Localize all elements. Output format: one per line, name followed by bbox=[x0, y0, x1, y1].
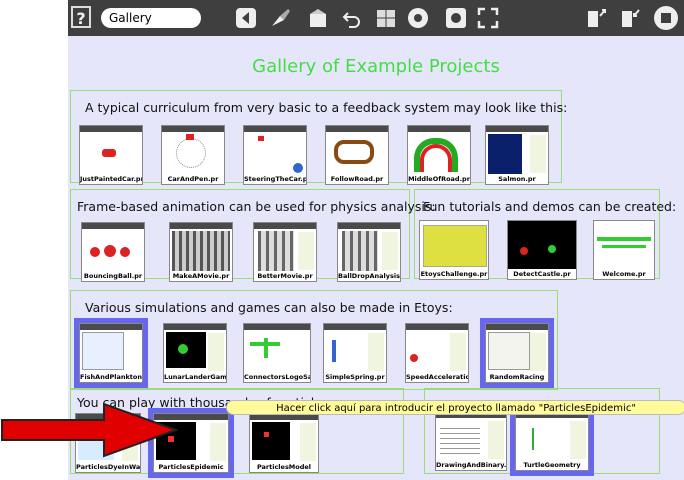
project-name-field[interactable]: Gallery bbox=[101, 8, 201, 28]
project-thumbnail[interactable]: MakeAMovie.pr bbox=[169, 222, 233, 282]
project-thumbnail[interactable]: FishAndPlankton bbox=[74, 318, 148, 388]
curriculum-section: A typical curriculum from very basic to … bbox=[70, 90, 567, 185]
section-caption: Frame-based animation can be used for ph… bbox=[77, 199, 436, 214]
project-thumbnail[interactable]: SimpleSpring.pr bbox=[323, 323, 387, 383]
section-caption: Fun tutorials and demos can be created: bbox=[423, 199, 677, 214]
project-thumbnail[interactable]: DetectCastle.pr bbox=[507, 220, 577, 280]
page-title: Gallery of Example Projects bbox=[252, 56, 500, 77]
section-caption: Various simulations and games can also b… bbox=[85, 300, 453, 315]
undo-icon[interactable] bbox=[340, 6, 364, 30]
project-thumbnail[interactable]: LunarLanderGame.pr bbox=[163, 323, 227, 383]
project-thumbnail[interactable]: BallDropAnalysis.pr bbox=[337, 222, 401, 282]
project-thumbnail[interactable]: RandomRacing bbox=[480, 318, 554, 388]
simulations-section: Various simulations and games can also b… bbox=[70, 290, 558, 390]
fullscreen-icon[interactable] bbox=[476, 6, 500, 30]
project-thumbnail[interactable]: BouncingBall.pr bbox=[81, 222, 145, 282]
project-thumbnail[interactable]: Salmon.pr bbox=[485, 125, 549, 185]
help-button[interactable]: ? bbox=[71, 6, 91, 28]
project-tooltip: Hacer click aquí para introducir el proy… bbox=[226, 400, 684, 415]
project-thumbnail[interactable]: TurtleGeometry bbox=[510, 406, 594, 476]
project-thumbnail[interactable]: DrawingAndBinary.pr bbox=[435, 411, 507, 471]
quit-icon[interactable] bbox=[654, 6, 678, 30]
project-thumbnail[interactable]: FollowRoad.pr bbox=[325, 125, 389, 185]
previous-project-icon[interactable] bbox=[234, 6, 258, 30]
project-thumbnail[interactable]: ConnectorsLogoSample.pr bbox=[243, 323, 311, 383]
project-thumbnail[interactable]: BetterMovie.pr bbox=[253, 222, 317, 282]
supplies-icon[interactable] bbox=[306, 6, 330, 30]
project-thumbnail[interactable]: JustPaintedCar.pr bbox=[79, 125, 143, 185]
open-icon[interactable] bbox=[444, 6, 468, 30]
publish-icon[interactable] bbox=[584, 6, 608, 30]
project-thumbnail[interactable]: MiddleOfRoad.pr bbox=[407, 125, 471, 185]
red-arrow-icon bbox=[1, 402, 179, 458]
project-thumbnail[interactable]: SteeringTheCar.pr bbox=[243, 125, 307, 185]
project-thumbnail[interactable]: Welcome.pr bbox=[593, 220, 655, 280]
paint-icon[interactable] bbox=[268, 6, 292, 30]
etoys-toolbar: ? Gallery bbox=[68, 0, 684, 36]
project-thumbnail[interactable]: EtoysChallenge.pr bbox=[419, 220, 489, 280]
animation-section: Frame-based animation can be used for ph… bbox=[70, 189, 436, 282]
project-thumbnail[interactable]: ParticlesModel bbox=[249, 413, 319, 473]
language-icon[interactable] bbox=[374, 6, 398, 30]
tutorials-section: Fun tutorials and demos can be created: … bbox=[414, 189, 676, 280]
stop-all-icon[interactable] bbox=[408, 8, 428, 28]
section-caption: A typical curriculum from very basic to … bbox=[85, 100, 568, 115]
project-thumbnail[interactable]: CarAndPen.pr bbox=[161, 125, 225, 185]
project-thumbnail[interactable]: SpeedAcceleration.pr bbox=[405, 323, 469, 383]
save-icon[interactable] bbox=[618, 6, 642, 30]
